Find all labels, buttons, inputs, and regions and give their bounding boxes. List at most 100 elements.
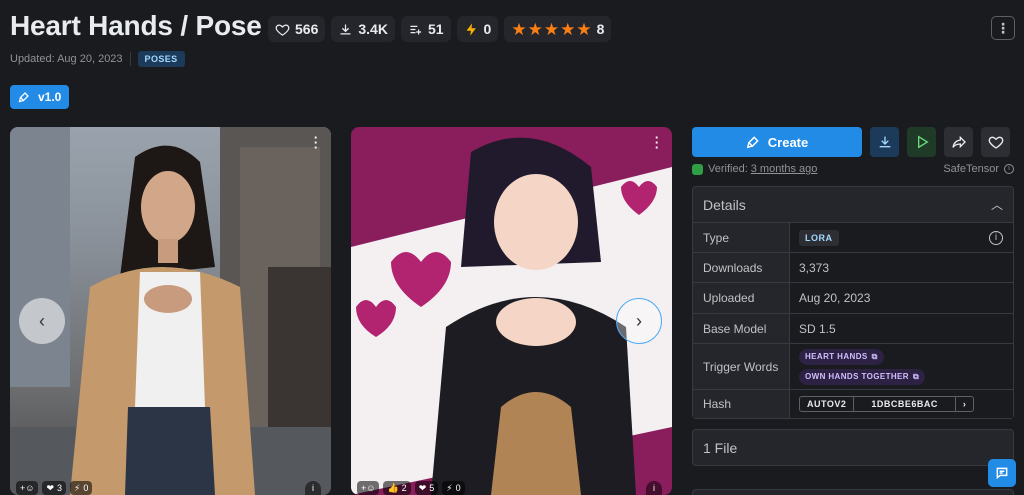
create-label: Create xyxy=(767,134,809,150)
gallery-image-2[interactable]: · · · › +☺ 👍 2 ❤ 5 ⚡ 0 i xyxy=(351,127,672,495)
details-panel: Details ︿ Type LORA i Downloads 3,373 Up… xyxy=(692,186,1014,419)
updated-date: Updated: Aug 20, 2023 xyxy=(10,53,123,65)
verified-shield-icon xyxy=(692,163,703,175)
create-button[interactable]: Create xyxy=(692,127,862,157)
star-icon: ★ xyxy=(511,19,527,39)
details-row-type: Type LORA i xyxy=(693,223,1013,253)
likes-stat[interactable]: 566 xyxy=(268,16,326,42)
hash-type: AUTOV2 xyxy=(807,399,847,409)
uploaded-value: Aug 20, 2023 xyxy=(790,283,1013,313)
star-icon: ★ xyxy=(576,19,592,39)
version-label: v1.0 xyxy=(38,90,62,104)
download-icon xyxy=(340,24,351,34)
next-panel-edge xyxy=(692,489,1014,495)
heart-icon xyxy=(988,136,1003,149)
details-title: Details xyxy=(703,196,746,213)
share-button[interactable] xyxy=(944,127,973,157)
type-badge: LORA xyxy=(799,229,839,246)
chat-button[interactable] xyxy=(988,459,1016,487)
safetensor-label: SafeTensor xyxy=(943,163,999,175)
rating[interactable]: ★ ★ ★ ★ ★ 8 xyxy=(504,16,612,42)
star-icon: ★ xyxy=(527,19,543,39)
collections-stat[interactable]: 51 xyxy=(400,16,451,42)
tips-stat[interactable]: 0 xyxy=(456,16,499,42)
base-model-key: Base Model xyxy=(693,314,790,343)
hash-value: 1DBCBE6BAC xyxy=(853,397,956,411)
verified-prefix: Verified: xyxy=(708,163,748,175)
trigger-key: Trigger Words xyxy=(693,344,790,389)
page-title: Heart Hands / Pose xyxy=(10,10,262,41)
model-sidebar: Create Verified: 3 months ago SafeTensor… xyxy=(692,127,1014,466)
details-header[interactable]: Details ︿ xyxy=(693,187,1013,223)
thumbs-up-icon: 👍 xyxy=(387,482,399,493)
hash-box[interactable]: AUTOV2 1DBCBE6BAC › xyxy=(799,396,975,412)
verified-time-link[interactable]: 3 months ago xyxy=(751,163,818,175)
files-panel[interactable]: 1 File xyxy=(692,429,1014,466)
trigger-word-tag[interactable]: OWN HANDS TOGETHER ⧉ xyxy=(799,368,926,385)
like-reaction[interactable]: 👍 2 xyxy=(383,481,411,495)
divider xyxy=(129,52,131,66)
category-badge[interactable]: POSES xyxy=(137,51,185,67)
hash-key: Hash xyxy=(693,390,790,418)
model-stats: 566 3.4K 51 0 ★ ★ ★ ★ ★ 8 xyxy=(268,16,612,42)
heart-reaction[interactable]: ❤ 5 xyxy=(414,481,439,495)
details-row-trigger-words: Trigger Words HEART HANDS ⧉ OWN HANDS TOG… xyxy=(693,344,1013,390)
version-button[interactable]: v1.0 xyxy=(10,85,70,109)
chevron-up-icon: ︿ xyxy=(990,198,1003,212)
run-button[interactable] xyxy=(907,127,936,157)
star-icon: ★ xyxy=(543,19,560,39)
downloads-value: 3,373 xyxy=(790,253,1013,282)
bolt-reaction[interactable]: ⚡ 0 xyxy=(70,481,93,495)
image-reactions: +☺ ❤ 3 ⚡ 0 xyxy=(16,481,93,495)
image-menu-icon[interactable]: · · · xyxy=(313,131,319,154)
image-info-icon[interactable]: i xyxy=(305,481,321,495)
add-reaction-button[interactable]: +☺ xyxy=(16,481,39,495)
bolt-reaction[interactable]: ⚡ 0 xyxy=(442,481,465,495)
model-meta: Updated: Aug 20, 2023 POSES xyxy=(10,51,185,67)
details-row-hash: Hash AUTOV2 1DBCBE6BAC › xyxy=(693,390,1013,418)
likes-count: 566 xyxy=(295,21,319,37)
heart-icon: ❤ xyxy=(46,482,54,493)
add-reaction-button[interactable]: +☺ xyxy=(357,481,380,495)
uploaded-key: Uploaded xyxy=(693,283,790,313)
brush-icon xyxy=(746,136,759,149)
trigger-word-tag[interactable]: HEART HANDS ⧉ xyxy=(799,348,884,365)
copy-icon: ⧉ xyxy=(912,371,920,381)
copy-icon: ⧉ xyxy=(871,351,878,361)
trigger-list: HEART HANDS ⧉ OWN HANDS TOGETHER ⧉ xyxy=(799,348,926,385)
image-reactions: +☺ 👍 2 ❤ 5 ⚡ 0 xyxy=(357,481,465,495)
type-key: Type xyxy=(693,223,790,252)
files-label: 1 File xyxy=(703,439,738,456)
like-button[interactable] xyxy=(981,127,1010,157)
download-icon xyxy=(879,136,890,148)
brush-icon xyxy=(18,92,29,103)
rating-count: 8 xyxy=(596,21,605,37)
heart-reaction[interactable]: ❤ 3 xyxy=(42,481,67,495)
play-icon xyxy=(917,135,929,149)
playlist-add-icon xyxy=(410,25,422,34)
star-icon: ★ xyxy=(560,19,576,39)
next-image-button[interactable]: › xyxy=(616,298,662,344)
base-model-value: SD 1.5 xyxy=(790,314,1013,343)
downloads-key: Downloads xyxy=(693,253,790,282)
gallery-image-1[interactable]: · · · ‹ +☺ ❤ 3 ⚡ 0 i xyxy=(10,127,331,495)
download-button[interactable] xyxy=(870,127,899,157)
downloads-stat: 3.4K xyxy=(331,16,395,42)
verification-row: Verified: 3 months ago SafeTensor i xyxy=(692,162,1014,176)
more-menu-button[interactable]: ⋮ xyxy=(991,16,1015,40)
downloads-count: 3.4K xyxy=(358,21,388,37)
action-row: Create xyxy=(692,127,1014,157)
share-icon xyxy=(951,135,966,149)
info-icon[interactable]: i xyxy=(989,231,1003,245)
chevron-right-icon[interactable]: › xyxy=(956,397,974,411)
info-icon[interactable]: i xyxy=(1004,164,1014,174)
prev-image-button[interactable]: ‹ xyxy=(19,298,65,344)
details-row-uploaded: Uploaded Aug 20, 2023 xyxy=(693,283,1013,314)
tips-count: 0 xyxy=(483,21,492,37)
image-info-icon[interactable]: i xyxy=(646,481,662,495)
heart-icon xyxy=(275,23,290,36)
image-menu-icon[interactable]: · · · xyxy=(654,131,660,154)
details-row-downloads: Downloads 3,373 xyxy=(693,253,1013,283)
chat-icon xyxy=(996,467,1008,480)
bolt-icon: ⚡ xyxy=(446,482,453,493)
